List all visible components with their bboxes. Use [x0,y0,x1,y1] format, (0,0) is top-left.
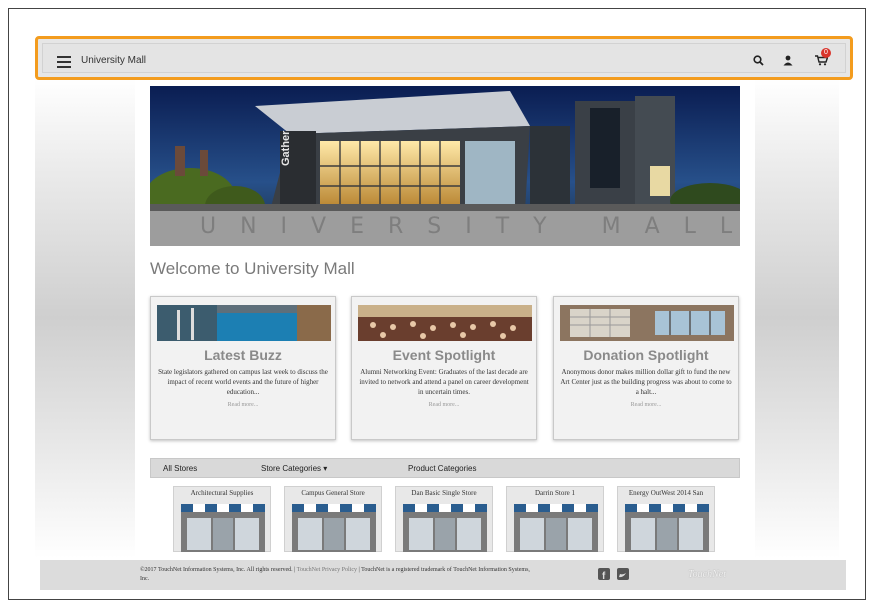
copyright-text: ©2017 TouchNet Information Systems, Inc.… [140,567,293,573]
store-nav-bar: All Stores Store Categories ▾ Product Ca… [150,458,740,478]
read-more-link[interactable]: Read more... [157,400,329,410]
building-sign-text: Gather [280,130,292,166]
card-text: State legislators gathered on campus las… [158,368,328,396]
news-card-donation-spotlight[interactable]: Donation Spotlight Anonymous donor makes… [553,296,739,440]
storefront-icon [292,504,376,552]
store-tile[interactable]: Dan Basic Single Store [395,486,493,552]
product-categories-tab[interactable]: Product Categories [408,464,476,473]
card-title: Donation Spotlight [583,347,709,363]
donation-spotlight-image [560,305,734,341]
storefront-icon [514,504,598,552]
read-more-link[interactable]: Read more... [560,400,732,410]
search-icon[interactable] [751,53,765,67]
read-more-link[interactable]: Read more... [358,400,530,410]
all-stores-tab[interactable]: All Stores [163,464,197,473]
latest-buzz-image [157,305,331,341]
card-title: Latest Buzz [204,347,282,363]
storefront-icon [403,504,487,552]
facebook-icon[interactable]: f [598,568,610,582]
welcome-heading: Welcome to University Mall [150,259,355,278]
svg-text:f: f [602,571,606,581]
card-text: Alumni Networking Event: Graduates of th… [359,368,529,396]
touchnet-logo: TouchNet [688,569,726,580]
card-text: Anonymous donor makes million dollar gif… [560,368,732,396]
store-name: Campus General Store [301,489,365,497]
store-name: Architectural Supplies [190,489,254,497]
page-footer: ©2017 TouchNet Information Systems, Inc.… [40,560,846,590]
store-categories-dropdown[interactable]: Store Categories ▾ [261,464,327,473]
store-name: Dan Basic Single Store [411,489,477,497]
storefront-icon [625,504,709,552]
cart-icon[interactable]: 0 [811,48,831,67]
news-card-event-spotlight[interactable]: Event Spotlight Alumni Networking Event:… [351,296,537,440]
store-name: Darrin Store 1 [534,489,576,497]
twitter-icon[interactable] [617,568,629,580]
menu-icon[interactable] [57,56,71,68]
cart-count-badge: 0 [821,48,831,58]
banner-overlay-text: UNIVERSITY MALL [200,214,740,239]
event-spotlight-image [358,305,532,341]
storefront-icon [181,504,265,552]
hero-banner: Gather UNIVERSITY MALL [150,86,740,246]
user-icon[interactable] [781,53,795,67]
store-tile[interactable]: Campus General Store [284,486,382,552]
card-title: Event Spotlight [392,347,496,363]
store-tile[interactable]: Energy OutWest 2014 San [617,486,715,552]
top-navbar: University Mall 0 [35,36,853,80]
store-name: Energy OutWest 2014 San [628,489,704,497]
privacy-policy-link[interactable]: TouchNet Privacy Policy [297,567,357,573]
store-tile[interactable]: Architectural Supplies [173,486,271,552]
news-card-latest-buzz[interactable]: Latest Buzz State legislators gathered o… [150,296,336,440]
store-tile[interactable]: Darrin Store 1 [506,486,604,552]
site-title[interactable]: University Mall [81,55,146,66]
